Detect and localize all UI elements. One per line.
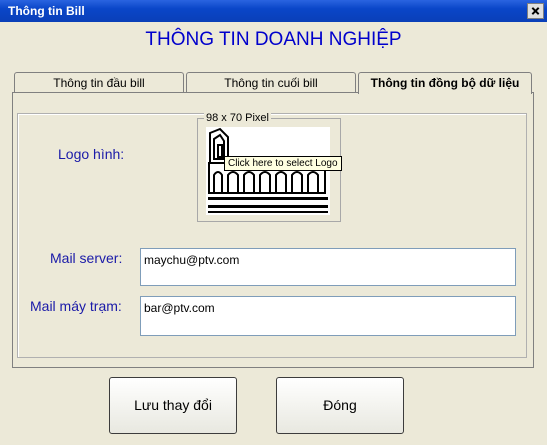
tab-bill-header[interactable]: Thông tin đầu bill (14, 72, 184, 92)
building-logo-icon (208, 127, 328, 213)
logo-label: Logo hình: (58, 146, 125, 162)
close-window-button[interactable] (527, 3, 544, 19)
logo-image[interactable] (206, 127, 330, 215)
mail-server-input[interactable]: maychu@ptv.com (140, 248, 516, 286)
save-button[interactable]: Lưu thay đổi (109, 377, 237, 434)
mail-client-label: Mail máy trạm: (30, 298, 122, 314)
window-title: Thông tin Bill (8, 4, 85, 18)
mail-server-label: Mail server: (50, 250, 123, 266)
logo-size-caption: 98 x 70 Pixel (204, 112, 271, 124)
tab-data-sync[interactable]: Thông tin đồng bộ dữ liệu (358, 72, 532, 94)
mail-client-input[interactable]: bar@ptv.com (140, 296, 516, 336)
close-button[interactable]: Đóng (276, 377, 404, 434)
tab-bill-footer[interactable]: Thông tin cuối bill (186, 72, 356, 92)
title-bar: Thông tin Bill (0, 0, 547, 22)
logo-tooltip: Click here to select Logo (224, 156, 342, 171)
page-heading: THÔNG TIN DOANH NGHIỆP (145, 29, 402, 50)
